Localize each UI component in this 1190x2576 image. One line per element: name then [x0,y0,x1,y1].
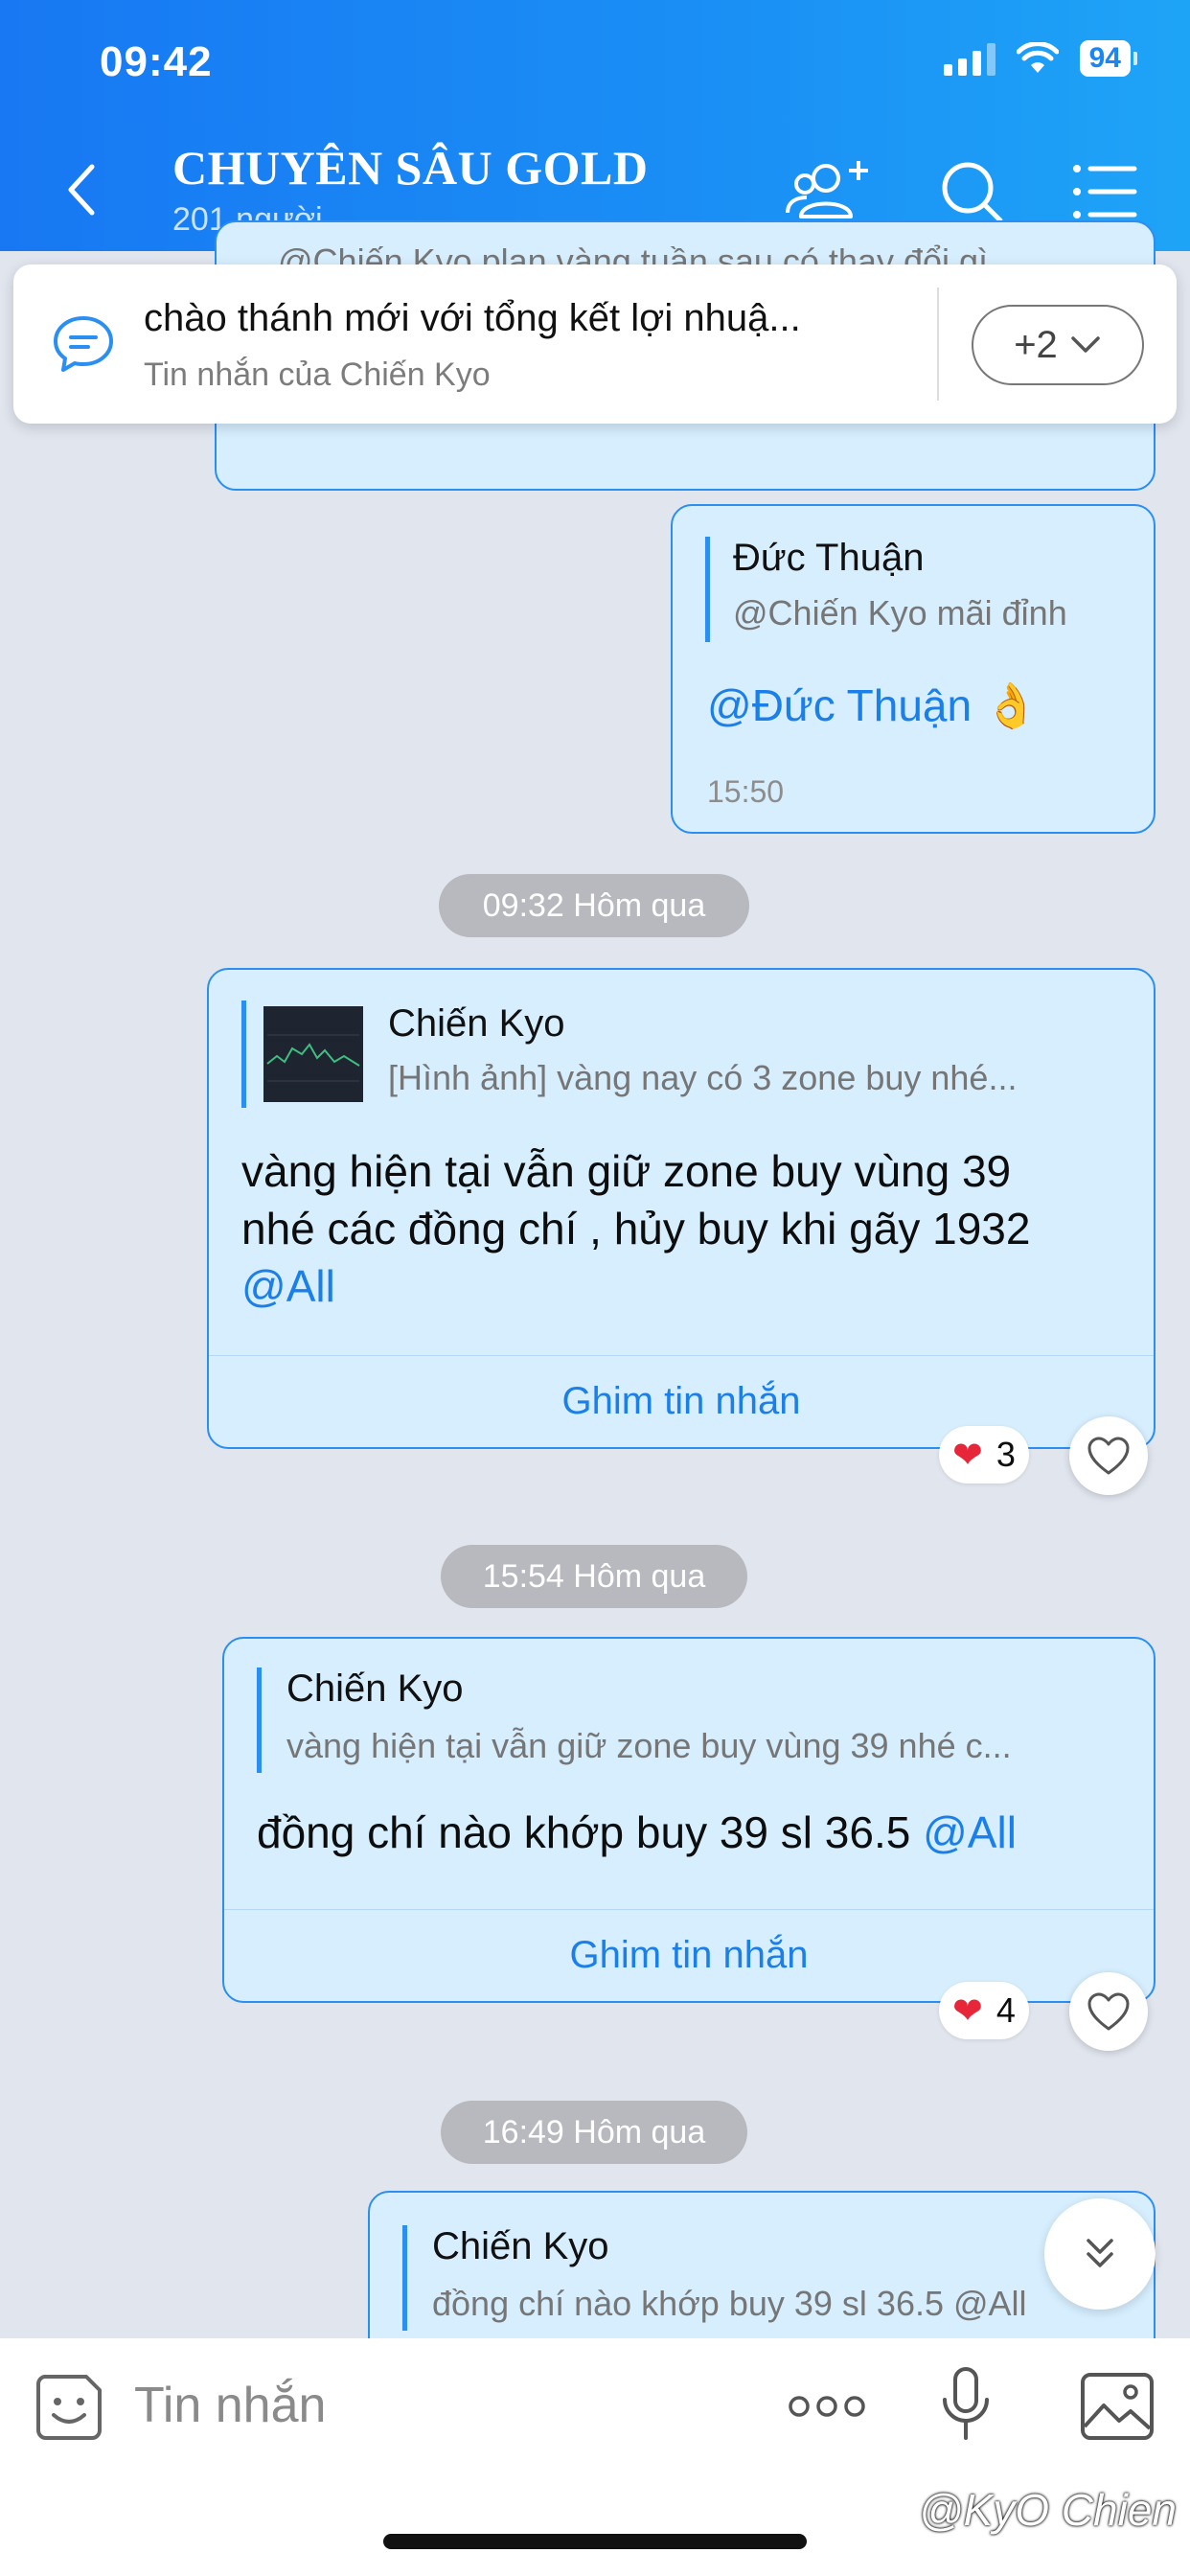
message-text: đồng chí nào khớp buy 39 sl 36.5 @All [257,1804,1017,1861]
quote-text: [Hình ảnh] vàng nay có 3 zone buy nhé... [388,1058,1018,1097]
message-time: 15:50 [707,774,785,809]
date-separator: 16:49 Hôm qua [441,2101,747,2164]
pinned-more-count: +2 [1014,323,1058,366]
battery-indicator: 94 [1079,40,1138,77]
quote-author: Đức Thuận [733,537,925,579]
mention-all-link[interactable]: @All [241,1257,1133,1315]
status-time: 09:42 [100,38,213,85]
cellular-signal-icon [943,41,995,76]
quote-thumbnail [263,1006,363,1102]
chevron-down-icon [1071,336,1100,353]
date-separator: 15:54 Hôm qua [441,1545,747,1608]
mention-all-link[interactable]: @All [923,1807,1017,1857]
message-line: đồng chí nào khớp buy 39 sl 36.5 [257,1807,911,1857]
quote-author: Chiến Kyo [286,1668,464,1710]
quote-text: @Chiến Kyo mãi đỉnh [733,593,1067,632]
reaction-summary[interactable]: ❤ 4 [939,1982,1029,2039]
react-button[interactable] [1069,1972,1148,2051]
heart-outline-icon [1087,1437,1130,1475]
react-button[interactable] [1069,1416,1148,1495]
quote-author: Chiến Kyo [432,2225,609,2267]
sticker-icon[interactable] [33,2371,105,2444]
more-options-icon[interactable] [786,2392,868,2421]
pinned-message-source: Tin nhắn của Chiến Kyo [144,356,491,393]
message-line: nhé các đồng chí , hủy buy khi gãy 1932 [241,1204,1031,1254]
chat-bubble-icon [54,316,113,372]
red-heart-icon: ❤ [952,1435,983,1476]
date-separator: 09:32 Hôm qua [439,874,749,937]
group-title[interactable]: CHUYÊN SÂU GOLD [172,140,648,196]
double-chevron-down-icon [1087,2239,1113,2267]
pinned-more-button[interactable]: +2 [972,305,1144,385]
divider [937,288,939,401]
reaction-summary[interactable]: ❤ 3 [939,1426,1029,1484]
watermark: @KyO Chien [918,2485,1177,2535]
add-member-icon[interactable] [784,153,876,230]
home-indicator [383,2534,807,2549]
heart-outline-icon [1087,1992,1130,2031]
reply-quote[interactable]: Chiến Kyo đồng chí nào khớp buy 39 sl 36… [402,2225,1131,2331]
message-input[interactable]: Tin nhắn [134,2377,326,2434]
red-heart-icon: ❤ [952,1990,983,2032]
mention-link[interactable]: @Đức Thuận [707,680,972,730]
reply-quote[interactable]: Đức Thuận @Chiến Kyo mãi đỉnh [705,537,1127,642]
reaction-count: 3 [995,1435,1016,1474]
message-bubble[interactable]: Chiến Kyo [Hình ảnh] vàng nay có 3 zone … [207,968,1156,1449]
back-icon[interactable] [59,161,107,218]
image-gallery-icon[interactable] [1079,2371,1156,2442]
quote-text: vàng hiện tại vẫn giữ zone buy vùng 39 n… [286,1726,1012,1765]
message-text: @Đức Thuận 👌 [707,677,1039,734]
quote-text: đồng chí nào khớp buy 39 sl 36.5 @All [432,2284,1027,2323]
wifi-icon [1016,42,1059,73]
pinned-message-text: chào thánh mới với tổng kết lợi nhuậ... [144,297,801,339]
chat-header: 09:42 94 CHUYÊN SÂU GOLD 201 người [0,0,1190,251]
message-bubble[interactable]: Chiến Kyo vàng hiện tại vẫn giữ zone buy… [222,1637,1156,2003]
reaction-count: 4 [995,1990,1016,2030]
microphone-icon[interactable] [937,2365,995,2446]
reply-quote[interactable]: Chiến Kyo [Hình ảnh] vàng nay có 3 zone … [241,1000,1123,1108]
status-icons: 94 [943,40,1138,77]
message-line: vàng hiện tại vẫn giữ zone buy vùng 39 [241,1146,1012,1196]
scroll-to-bottom-button[interactable] [1044,2198,1156,2310]
reply-quote[interactable]: Chiến Kyo vàng hiện tại vẫn giữ zone buy… [257,1668,1119,1773]
message-text: vàng hiện tại vẫn giữ zone buy vùng 39 n… [241,1142,1133,1315]
ok-hand-emoji: 👌 [983,680,1040,730]
quote-author: Chiến Kyo [388,1002,565,1045]
search-icon[interactable] [926,153,1018,230]
pinned-message-banner[interactable]: chào thánh mới với tổng kết lợi nhuậ... … [13,264,1177,424]
message-bubble[interactable]: Đức Thuận @Chiến Kyo mãi đỉnh @Đức Thuận… [671,504,1156,834]
menu-list-icon[interactable] [1060,153,1152,230]
